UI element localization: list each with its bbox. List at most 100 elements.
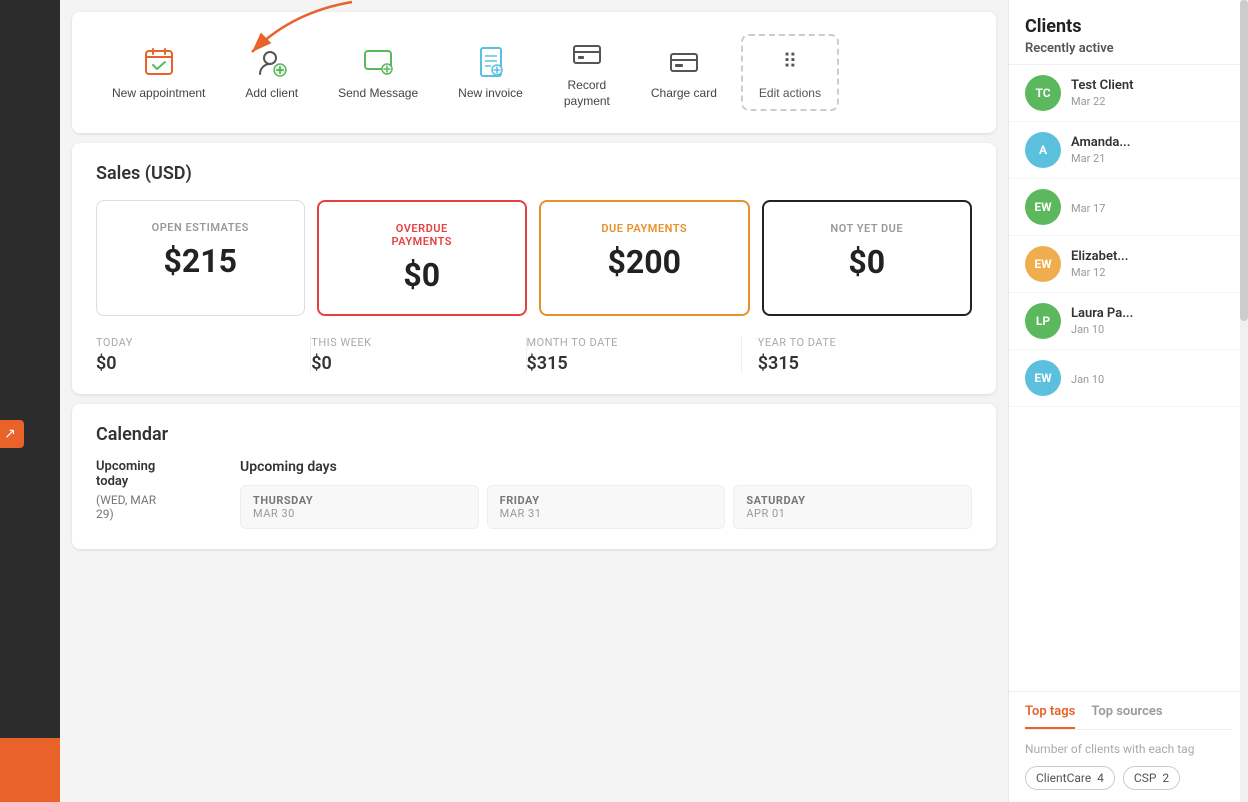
overdue-payments-card[interactable]: OVERDUEPAYMENTS $0 bbox=[317, 200, 528, 316]
client-list: TC Test Client Mar 22 A Amanda... Mar 21… bbox=[1009, 65, 1248, 691]
scrollbar-thumb[interactable] bbox=[1240, 0, 1248, 321]
clients-title: Clients bbox=[1025, 16, 1232, 37]
charge-card-icon bbox=[666, 44, 702, 80]
this-week-value: $0 bbox=[311, 353, 509, 374]
tag-chip-csp[interactable]: CSP 2 bbox=[1123, 766, 1180, 790]
tab-top-tags[interactable]: Top tags bbox=[1025, 704, 1075, 729]
year-to-date-value: $315 bbox=[758, 353, 956, 374]
open-estimates-label: OPEN ESTIMATES bbox=[152, 221, 249, 234]
year-to-date-stat: YEAR TO DATE $315 bbox=[742, 336, 972, 374]
year-to-date-label: YEAR TO DATE bbox=[758, 336, 956, 349]
clients-subtitle: Recently active bbox=[1025, 41, 1232, 56]
not-yet-due-card[interactable]: NOT YET DUE $0 bbox=[762, 200, 973, 316]
open-estimates-card[interactable]: OPEN ESTIMATES $215 bbox=[96, 200, 305, 316]
payment-icon bbox=[569, 36, 605, 72]
sales-cards: OPEN ESTIMATES $215 OVERDUEPAYMENTS $0 D… bbox=[96, 200, 972, 316]
saturday-name: SATURDAY bbox=[746, 494, 959, 507]
sales-title: Sales (USD) bbox=[96, 163, 972, 184]
client-item-test-client[interactable]: TC Test Client Mar 22 bbox=[1009, 65, 1248, 122]
tag-chips: ClientCare 4 CSP 2 bbox=[1025, 766, 1232, 790]
client-name-elizabet: Elizabet... bbox=[1071, 249, 1232, 264]
quick-actions-bar: New appointment Add client bbox=[72, 12, 996, 133]
left-sidebar: ↗ bbox=[0, 0, 60, 802]
tags-description: Number of clients with each tag bbox=[1025, 742, 1232, 756]
client-info-laura: Laura Pa... Jan 10 bbox=[1071, 306, 1232, 336]
avatar-ew-jan10: EW bbox=[1025, 360, 1061, 396]
client-date-elizabet: Mar 12 bbox=[1071, 266, 1232, 279]
client-info-elizabet: Elizabet... Mar 12 bbox=[1071, 249, 1232, 279]
new-invoice-button[interactable]: New invoice bbox=[442, 36, 539, 110]
edit-actions-button[interactable]: ⠿ Edit actions bbox=[741, 34, 839, 112]
thursday-column: THURSDAY MAR 30 bbox=[240, 485, 479, 529]
expand-icon[interactable]: ↗ bbox=[0, 420, 24, 448]
tab-top-sources[interactable]: Top sources bbox=[1091, 704, 1162, 729]
client-item-amanda[interactable]: A Amanda... Mar 21 bbox=[1009, 122, 1248, 179]
client-date-laura: Jan 10 bbox=[1071, 323, 1232, 336]
client-item-elizabet[interactable]: EW Elizabet... Mar 12 bbox=[1009, 236, 1248, 293]
today-stat: TODAY $0 bbox=[96, 336, 311, 374]
saturday-date: APR 01 bbox=[746, 507, 959, 520]
not-yet-due-value: $0 bbox=[848, 243, 885, 281]
thursday-name: THURSDAY bbox=[253, 494, 466, 507]
new-appointment-label: New appointment bbox=[112, 86, 205, 102]
calendar-section: Calendar Upcomingtoday (WED, MAR29) Upco… bbox=[72, 404, 996, 549]
avatar-test-client: TC bbox=[1025, 75, 1061, 111]
client-item-laura[interactable]: LP Laura Pa... Jan 10 bbox=[1009, 293, 1248, 350]
edit-actions-label: Edit actions bbox=[759, 86, 821, 102]
sales-section: Sales (USD) OPEN ESTIMATES $215 OVERDUEP… bbox=[72, 143, 996, 394]
charge-card-button[interactable]: Charge card bbox=[635, 36, 733, 110]
client-info-ew-jan10: Jan 10 bbox=[1071, 371, 1232, 386]
client-info-amanda: Amanda... Mar 21 bbox=[1071, 135, 1232, 165]
client-name-laura: Laura Pa... bbox=[1071, 306, 1232, 321]
upcoming-days-title: Upcoming days bbox=[240, 459, 972, 475]
upcoming-today-label: Upcomingtoday bbox=[96, 459, 216, 489]
client-name-test-client: Test Client bbox=[1071, 78, 1232, 93]
avatar-laura: LP bbox=[1025, 303, 1061, 339]
add-client-label: Add client bbox=[245, 86, 298, 102]
calendar-today: Upcomingtoday (WED, MAR29) bbox=[96, 459, 216, 521]
avatar-amanda: A bbox=[1025, 132, 1061, 168]
friday-date: MAR 31 bbox=[500, 507, 713, 520]
due-payments-card[interactable]: DUE PAYMENTS $200 bbox=[539, 200, 750, 316]
send-message-label: Send Message bbox=[338, 86, 418, 102]
month-to-date-label: MONTH TO DATE bbox=[527, 336, 725, 349]
record-payment-label: Recordpayment bbox=[564, 78, 610, 109]
overdue-payments-value: $0 bbox=[403, 256, 440, 294]
new-appointment-button[interactable]: New appointment bbox=[96, 36, 221, 110]
client-item-ew-jan10[interactable]: EW Jan 10 bbox=[1009, 350, 1248, 407]
right-sidebar: Clients Recently active TC Test Client M… bbox=[1008, 0, 1248, 802]
thursday-header: THURSDAY MAR 30 bbox=[241, 486, 478, 528]
sales-stats: TODAY $0 THIS WEEK $0 MONTH TO DATE $315… bbox=[96, 336, 972, 374]
this-week-label: THIS WEEK bbox=[311, 336, 509, 349]
scrollbar-track bbox=[1240, 0, 1248, 802]
due-payments-value: $200 bbox=[608, 243, 681, 281]
thursday-date: MAR 30 bbox=[253, 507, 466, 520]
day-columns: THURSDAY MAR 30 FRIDAY MAR 31 SATURDAY bbox=[240, 485, 972, 529]
tag-chip-clientcare[interactable]: ClientCare 4 bbox=[1025, 766, 1115, 790]
record-payment-button[interactable]: Recordpayment bbox=[547, 28, 627, 117]
send-message-button[interactable]: Send Message bbox=[322, 36, 434, 110]
month-to-date-value: $315 bbox=[527, 353, 725, 374]
saturday-column: SATURDAY APR 01 bbox=[733, 485, 972, 529]
tags-section: Top tags Top sources Number of clients w… bbox=[1009, 691, 1248, 802]
client-info-test-client: Test Client Mar 22 bbox=[1071, 78, 1232, 108]
main-content: New appointment Add client bbox=[60, 0, 1008, 802]
friday-column: FRIDAY MAR 31 bbox=[487, 485, 726, 529]
calendar-title: Calendar bbox=[96, 424, 972, 445]
open-estimates-value: $215 bbox=[164, 242, 237, 280]
add-client-button[interactable]: Add client bbox=[229, 36, 314, 110]
overdue-payments-label: OVERDUEPAYMENTS bbox=[392, 222, 453, 248]
friday-header: FRIDAY MAR 31 bbox=[488, 486, 725, 528]
tags-tabs: Top tags Top sources bbox=[1025, 704, 1232, 730]
month-to-date-stat: MONTH TO DATE $315 bbox=[527, 336, 742, 374]
client-item-ew-mar17[interactable]: EW Mar 17 bbox=[1009, 179, 1248, 236]
invoice-icon bbox=[473, 44, 509, 80]
friday-name: FRIDAY bbox=[500, 494, 713, 507]
today-label: TODAY bbox=[96, 336, 294, 349]
today-date: (WED, MAR29) bbox=[96, 493, 216, 521]
new-invoice-label: New invoice bbox=[458, 86, 523, 102]
charge-card-label: Charge card bbox=[651, 86, 717, 102]
avatar-elizabet: EW bbox=[1025, 246, 1061, 282]
client-name-amanda: Amanda... bbox=[1071, 135, 1232, 150]
sidebar-orange-block bbox=[0, 742, 60, 802]
